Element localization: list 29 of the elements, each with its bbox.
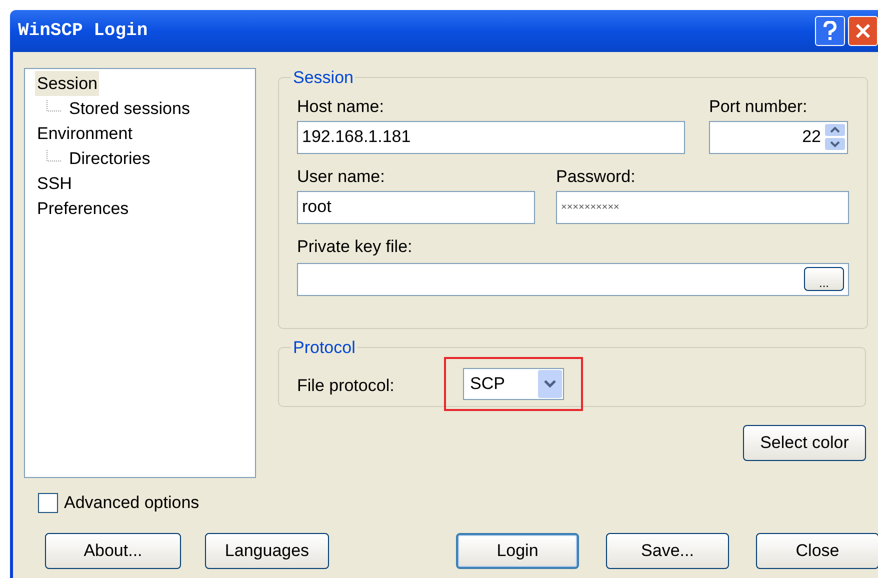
- browse-button[interactable]: ...: [804, 267, 844, 291]
- field-label: User name:: [297, 166, 386, 186]
- port-field[interactable]: 22: [709, 120, 848, 154]
- host-field[interactable]: 192.168.1.181: [297, 120, 685, 154]
- field-label: Password:: [556, 166, 636, 186]
- dialog-button[interactable]: About...: [45, 533, 181, 569]
- protocol-dropdown[interactable]: SCP: [463, 368, 564, 400]
- tree-item[interactable]: Preferences: [35, 196, 131, 221]
- select-color-button[interactable]: Select color: [743, 425, 866, 461]
- field-label: File protocol:: [297, 376, 396, 396]
- tree-item[interactable]: Session: [35, 71, 100, 96]
- group-title: Session: [292, 67, 354, 89]
- dialog-button[interactable]: Languages: [205, 533, 329, 569]
- tree-item[interactable]: Directories: [67, 146, 152, 171]
- group-title: Protocol: [292, 337, 356, 359]
- tree-item[interactable]: Stored sessions: [67, 96, 192, 121]
- tree-item[interactable]: SSH: [35, 171, 74, 196]
- key-file-field[interactable]: ...: [297, 262, 849, 296]
- password-field[interactable]: ××××××××××: [556, 190, 849, 224]
- window-title: WinSCP Login: [18, 20, 148, 42]
- dialog-button[interactable]: Close: [756, 533, 878, 569]
- checkbox-label: Advanced options: [64, 493, 200, 513]
- user-field[interactable]: root: [297, 190, 535, 224]
- field-label: Port number:: [709, 96, 808, 116]
- tree-item[interactable]: Environment: [35, 121, 134, 146]
- field-label: Host name:: [297, 96, 385, 116]
- field-label: Private key file:: [297, 236, 414, 256]
- dialog-button[interactable]: Login: [456, 533, 579, 569]
- dialog-button[interactable]: Save...: [606, 533, 729, 569]
